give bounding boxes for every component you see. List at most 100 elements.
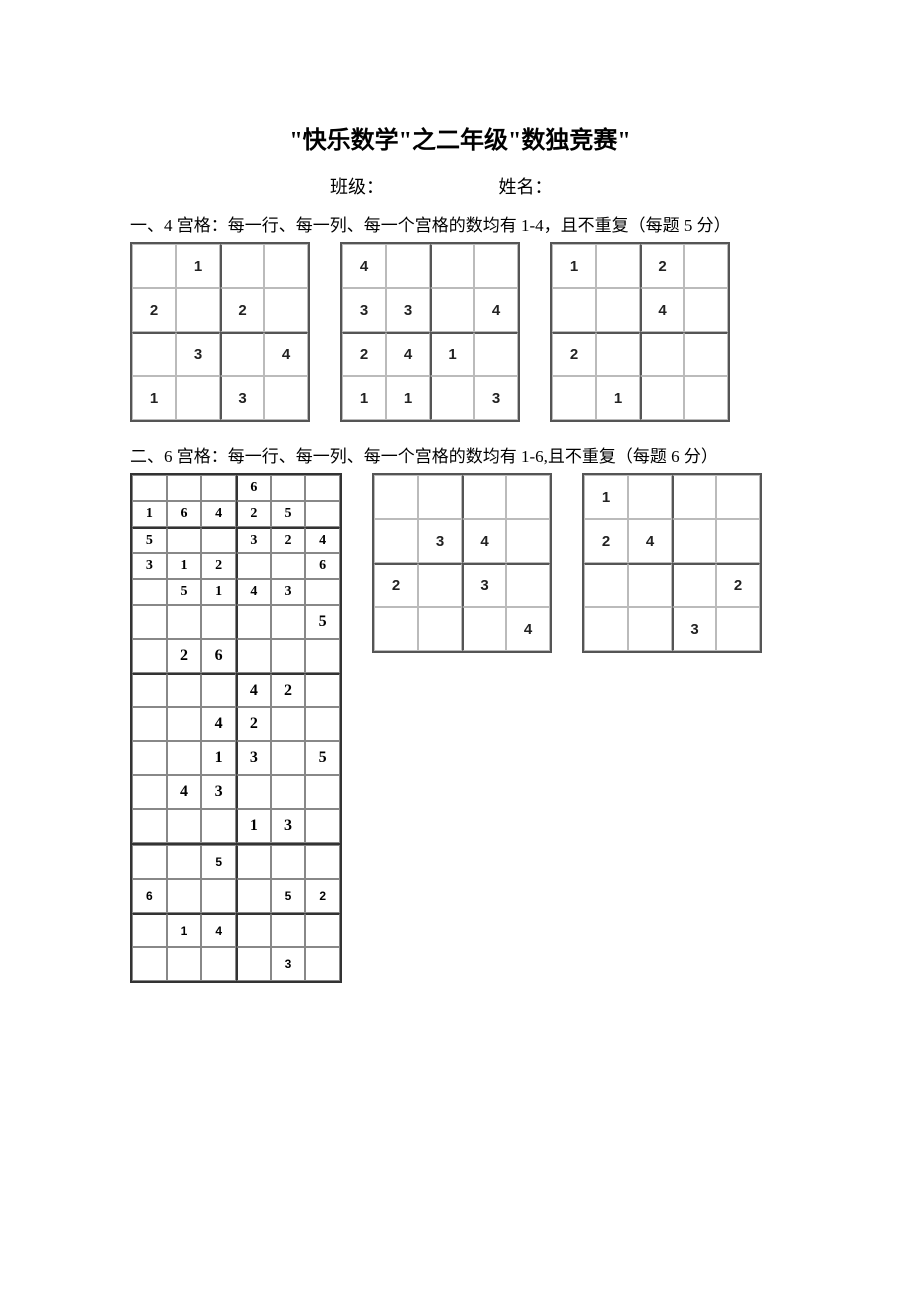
sudoku-cell <box>236 947 271 981</box>
sudoku-cell <box>132 579 167 605</box>
sudoku-cell: 2 <box>716 563 760 607</box>
sudoku-cell: 5 <box>305 605 340 639</box>
sudoku-cell <box>167 707 202 741</box>
sudoku-cell <box>418 607 462 651</box>
sudoku6-grid-1-mid: 52642421354313 <box>132 605 340 843</box>
sudoku-cell: 5 <box>271 879 306 913</box>
sudoku-cell: 3 <box>462 563 506 607</box>
sudoku-cell: 1 <box>167 913 202 947</box>
sudoku-cell <box>418 475 462 519</box>
sudoku-cell <box>506 563 550 607</box>
sudoku-cell <box>684 332 728 376</box>
sudoku-cell <box>176 288 220 332</box>
sudoku-cell: 2 <box>201 553 236 579</box>
sudoku-cell: 3 <box>474 376 518 420</box>
sudoku6-grid-2: 34234 <box>372 473 552 653</box>
sudoku-cell <box>271 475 306 501</box>
sudoku-cell <box>132 741 167 775</box>
sudoku-cell <box>264 288 308 332</box>
sudoku-cell <box>201 879 236 913</box>
sudoku-cell <box>584 563 628 607</box>
sudoku-cell: 3 <box>236 527 271 553</box>
sudoku-cell: 1 <box>201 741 236 775</box>
sudoku-cell <box>430 288 474 332</box>
sudoku-cell <box>596 332 640 376</box>
sudoku-cell <box>596 244 640 288</box>
sudoku-cell: 3 <box>236 741 271 775</box>
sudoku4-grid-3: 12421 <box>550 242 730 422</box>
sudoku-cell <box>271 553 306 579</box>
sudoku-cell <box>374 519 418 563</box>
sudoku-cell: 4 <box>305 527 340 553</box>
sudoku-cell <box>305 913 340 947</box>
sudoku-cell: 4 <box>386 332 430 376</box>
sudoku-cell: 4 <box>201 501 236 527</box>
sudoku-cell: 4 <box>236 579 271 605</box>
sudoku-cell <box>236 879 271 913</box>
sudoku-cell <box>236 639 271 673</box>
sudoku-cell <box>305 809 340 843</box>
sudoku-cell: 2 <box>342 332 386 376</box>
sudoku-cell: 1 <box>596 376 640 420</box>
sudoku-cell <box>167 741 202 775</box>
sudoku-cell <box>506 475 550 519</box>
sudoku-cell: 1 <box>342 376 386 420</box>
sudoku-cell <box>271 913 306 947</box>
sudoku-cell: 4 <box>628 519 672 563</box>
sudoku-cell <box>271 741 306 775</box>
sudoku-cell <box>462 475 506 519</box>
sudoku-cell: 2 <box>640 244 684 288</box>
sudoku-cell <box>640 332 684 376</box>
sudoku-cell <box>552 288 596 332</box>
sudoku-cell <box>132 605 167 639</box>
sudoku-cell <box>132 673 167 707</box>
sudoku-cell <box>305 673 340 707</box>
sudoku-cell: 2 <box>552 332 596 376</box>
sudoku-cell <box>132 707 167 741</box>
sudoku-cell <box>716 607 760 651</box>
sudoku-cell <box>628 607 672 651</box>
sudoku-cell <box>201 947 236 981</box>
sudoku-cell <box>176 376 220 420</box>
sudoku-cell <box>236 605 271 639</box>
sudoku-cell <box>672 475 716 519</box>
sudoku-cell <box>305 501 340 527</box>
sudoku-cell <box>264 376 308 420</box>
sudoku-cell: 3 <box>271 947 306 981</box>
sudoku-cell <box>264 244 308 288</box>
sudoku-cell: 1 <box>201 579 236 605</box>
sudoku-cell <box>220 244 264 288</box>
sudoku-cell <box>220 332 264 376</box>
sudoku-cell: 4 <box>236 673 271 707</box>
sudoku-cell: 3 <box>386 288 430 332</box>
sudoku-cell <box>201 527 236 553</box>
sudoku-cell <box>132 809 167 843</box>
sudoku-cell <box>271 707 306 741</box>
sudoku-cell <box>167 845 202 879</box>
sudoku-cell <box>236 775 271 809</box>
sudoku-cell: 5 <box>305 741 340 775</box>
sudoku-cell <box>132 244 176 288</box>
sudoku4-grid-2: 4334241113 <box>340 242 520 422</box>
sudoku-cell <box>684 288 728 332</box>
sudoku-cell: 4 <box>201 913 236 947</box>
sudoku-cell: 1 <box>236 809 271 843</box>
sudoku-cell <box>628 563 672 607</box>
sudoku6-grid-1-top: 616425532431265143 <box>132 475 340 605</box>
sudoku-cell <box>132 845 167 879</box>
sudoku-cell: 1 <box>132 501 167 527</box>
sudoku6-grid-3: 12423 <box>582 473 762 653</box>
sudoku-cell <box>305 845 340 879</box>
sudoku-cell <box>132 475 167 501</box>
sudoku-cell: 3 <box>176 332 220 376</box>
name-label: 姓名： <box>499 177 553 197</box>
sudoku-cell <box>430 244 474 288</box>
sudoku-cell <box>418 563 462 607</box>
sudoku-cell <box>716 475 760 519</box>
sudoku-cell <box>684 376 728 420</box>
sudoku-cell <box>132 913 167 947</box>
sudoku-cell: 2 <box>236 707 271 741</box>
sudoku-cell <box>628 475 672 519</box>
sudoku-cell <box>430 376 474 420</box>
sudoku-cell <box>672 519 716 563</box>
